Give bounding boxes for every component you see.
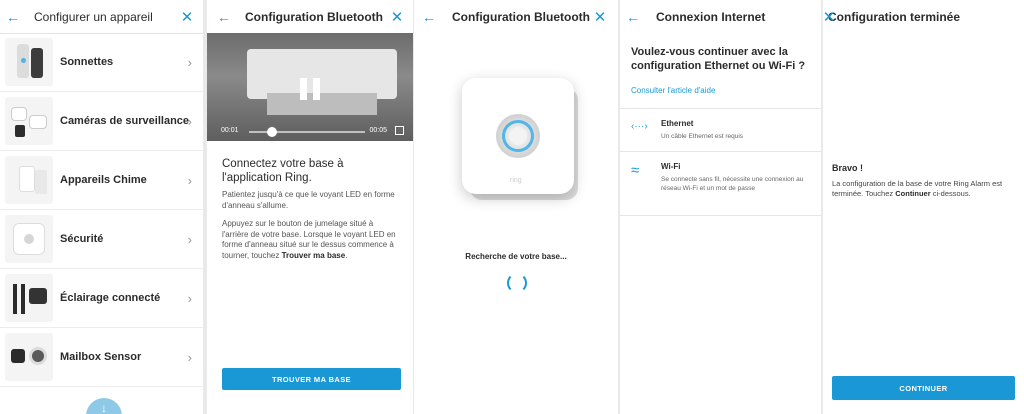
- completion-message: Bravo ! La configuration de la base de v…: [832, 163, 1014, 199]
- device-setup-screen: ← Configurer un appareil ✕ Sonnettes › C…: [0, 0, 203, 414]
- page-title: Connexion Internet: [656, 9, 766, 24]
- bluetooth-search-screen: ← Configuration Bluetooth ✕ ring Recherc…: [414, 0, 618, 414]
- loading-spinner-icon: [507, 273, 527, 293]
- setup-complete-screen: ✕ Configuration terminée Bravo ! La conf…: [823, 0, 1024, 414]
- scroll-down-button[interactable]: ↓: [86, 398, 122, 414]
- wifi-icon: ≈: [631, 162, 640, 179]
- close-icon[interactable]: ✕: [823, 0, 839, 33]
- page-title: Configuration Bluetooth: [452, 9, 590, 24]
- back-arrow-icon[interactable]: ←: [416, 0, 442, 33]
- option-name: Wi-Fi: [661, 162, 681, 171]
- video-frame-device-bottom: [267, 93, 377, 115]
- close-icon[interactable]: ✕: [177, 0, 197, 33]
- list-item-label: Éclairage connecté: [60, 292, 161, 304]
- bluetooth-setup-screen: ← Configuration Bluetooth ✕ 00:01 00:05 …: [207, 0, 413, 414]
- list-item-label: Sonnettes: [60, 56, 114, 68]
- list-item-cameras[interactable]: Caméras de surveillance ›: [0, 92, 203, 151]
- header: ← Connexion Internet: [620, 0, 821, 33]
- chevron-right-icon: ›: [187, 290, 192, 306]
- search-status: Recherche de votre base...: [465, 252, 567, 261]
- list-item-label: Mailbox Sensor: [60, 351, 142, 363]
- list-item-sonnettes[interactable]: Sonnettes ›: [0, 33, 203, 92]
- list-item-label: Sécurité: [60, 233, 104, 245]
- fullscreen-icon[interactable]: [395, 126, 404, 135]
- instruction-heading: Connectez votre base à l'application Rin…: [222, 158, 344, 184]
- pause-icon[interactable]: [300, 78, 320, 100]
- instruction-paragraph-2: Appuyez sur le bouton de jumelage situé …: [222, 219, 396, 260]
- option-description: Se connecte sans fil, nécessite une conn…: [661, 176, 804, 192]
- video-frame-device: [247, 49, 397, 99]
- video-duration: 00:05: [369, 127, 387, 134]
- chime-image: [5, 156, 53, 204]
- back-arrow-icon[interactable]: ←: [211, 0, 237, 33]
- camera-image: [5, 97, 53, 145]
- list-item-securite[interactable]: Sécurité ›: [0, 210, 203, 269]
- instruction-paragraph-1: Patientez jusqu'à ce que le voyant LED e…: [222, 190, 395, 210]
- mailbox-sensor-image: [5, 333, 53, 381]
- page-title: Configuration Bluetooth: [245, 9, 383, 24]
- page-title: Configurer un appareil: [34, 9, 153, 24]
- list-item-label: Caméras de surveillance: [60, 115, 190, 127]
- video-current-time: 00:01: [221, 127, 239, 134]
- back-arrow-icon[interactable]: ←: [0, 0, 26, 33]
- chevron-right-icon: ›: [187, 113, 192, 129]
- chevron-right-icon: ›: [187, 231, 192, 247]
- divider: [620, 215, 821, 216]
- help-article-link[interactable]: Consulter l'article d'aide: [631, 86, 715, 95]
- option-name: Ethernet: [661, 119, 694, 128]
- doorbell-image: [5, 38, 53, 86]
- ring-logo: ring: [510, 177, 522, 184]
- chevron-right-icon: ›: [187, 54, 192, 70]
- arrow-down-icon: ↓: [101, 401, 107, 414]
- completion-heading: Bravo !: [832, 163, 864, 173]
- close-icon[interactable]: ✕: [590, 0, 610, 33]
- list-item-chime[interactable]: Appareils Chime ›: [0, 151, 203, 210]
- completion-text: La configuration de la base de votre Rin…: [832, 179, 1003, 198]
- close-icon[interactable]: ✕: [387, 0, 407, 33]
- back-arrow-icon[interactable]: ←: [620, 0, 646, 33]
- video-scrubber-handle[interactable]: [267, 127, 278, 137]
- list-item-eclairage[interactable]: Éclairage connecté ›: [0, 269, 203, 328]
- find-base-button[interactable]: TROUVER MA BASE: [222, 368, 401, 390]
- chevron-right-icon: ›: [187, 172, 192, 188]
- lighting-image: [5, 274, 53, 322]
- header: ← Configurer un appareil ✕: [0, 0, 203, 33]
- header: ← Configuration Bluetooth ✕: [207, 0, 413, 33]
- option-description: Un câble Ethernet est requis: [661, 133, 744, 140]
- page-title: Configuration terminée: [828, 9, 961, 24]
- connection-question: Voulez-vous continuer avec la configurat…: [631, 46, 806, 72]
- continue-button[interactable]: CONTINUER: [832, 376, 1015, 400]
- list-item-label: Appareils Chime: [60, 174, 147, 186]
- header: ✕ Configuration terminée: [823, 0, 1024, 33]
- device-list: Sonnettes › Caméras de surveillance › Ap…: [0, 33, 203, 387]
- option-wifi[interactable]: ≈ Wi-Fi Se connecte sans fil, nécessite …: [620, 151, 821, 215]
- header: ← Configuration Bluetooth ✕: [414, 0, 618, 33]
- alarm-base-image: ring: [462, 78, 574, 194]
- list-item-mailbox[interactable]: Mailbox Sensor ›: [0, 328, 203, 387]
- alarm-base-image: [5, 215, 53, 263]
- chevron-right-icon: ›: [187, 349, 192, 365]
- ethernet-icon: ‹···›: [631, 121, 648, 132]
- tutorial-video[interactable]: 00:01 00:05: [207, 33, 413, 141]
- instructions: Connectez votre base à l'application Rin…: [222, 157, 401, 261]
- internet-connection-screen: ← Connexion Internet Voulez-vous continu…: [620, 0, 821, 414]
- option-ethernet[interactable]: ‹···› Ethernet Un câble Ethernet est req…: [620, 108, 821, 152]
